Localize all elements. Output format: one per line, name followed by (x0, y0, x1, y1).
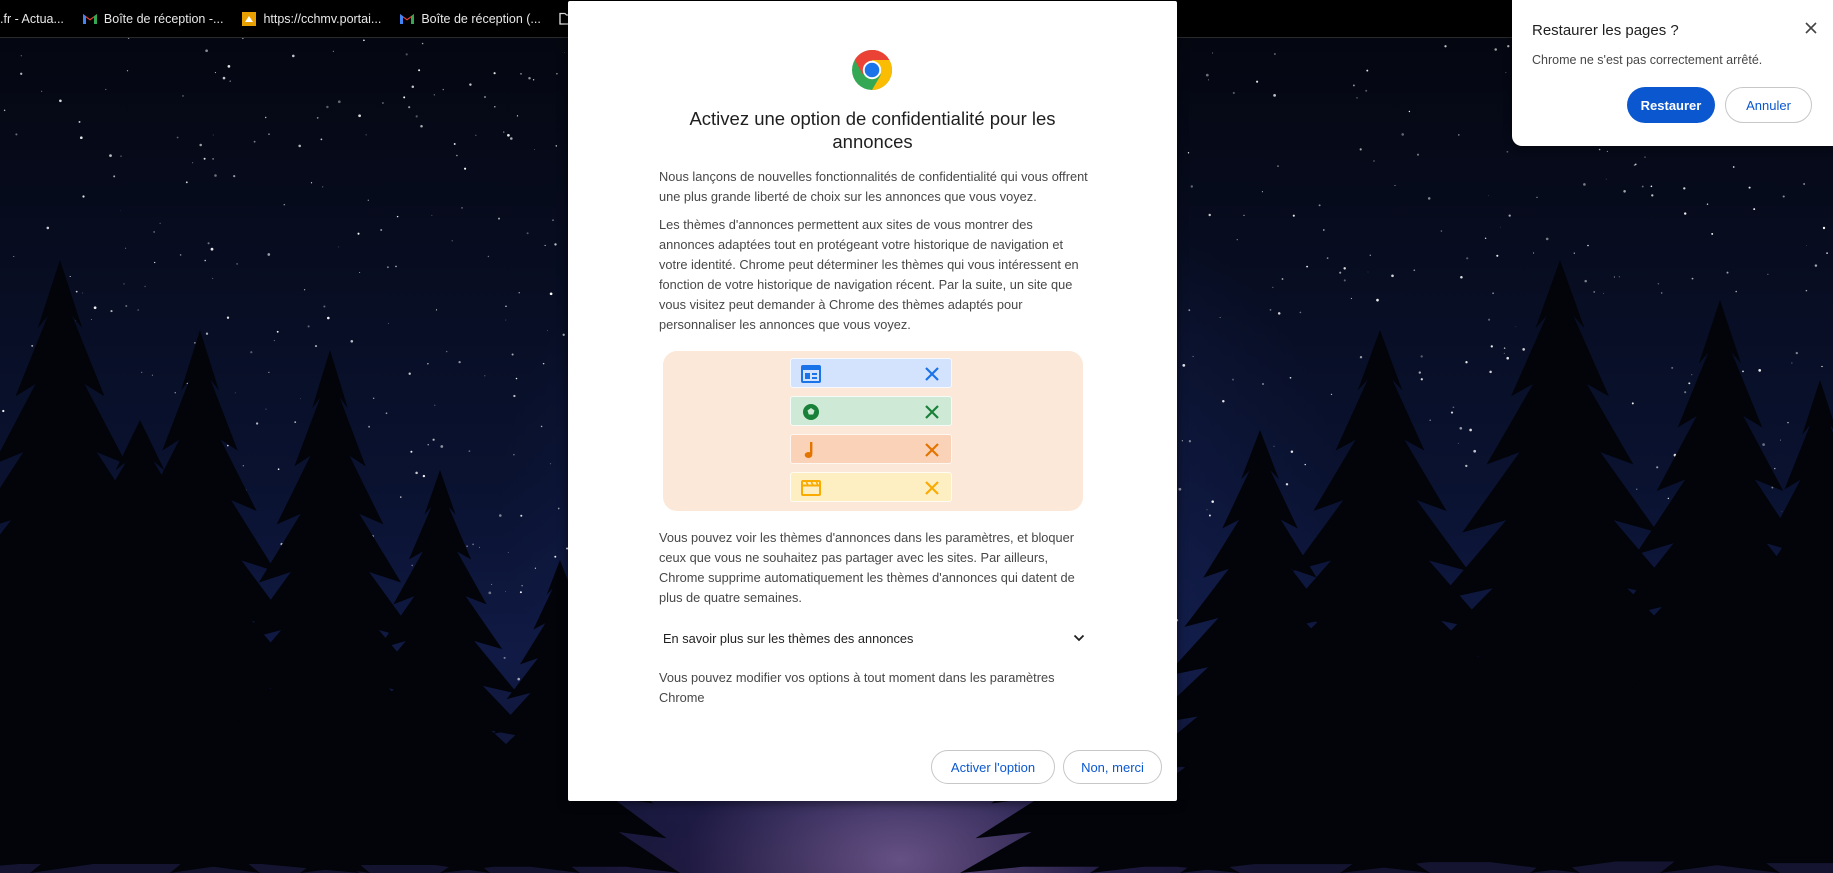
bookmark-item-cchmv[interactable]: https://cchmv.portai... (241, 11, 381, 27)
remove-topic-icon (925, 405, 939, 419)
close-icon[interactable] (1803, 20, 1819, 36)
news-icon (801, 365, 821, 383)
topic-row-news (790, 358, 952, 388)
restore-popup-message: Chrome ne s'est pas correctement arrêté. (1532, 53, 1763, 67)
remove-topic-icon (925, 443, 939, 457)
restore-pages-popup: Restaurer les pages ? Chrome ne s'est pa… (1512, 0, 1833, 146)
movie-clapper-icon (801, 480, 821, 496)
bookmark-item-gmail-1[interactable]: Boîte de réception -... (82, 11, 224, 27)
manage-topics-paragraph: Vous pouvez voir les thèmes d'annonces d… (659, 530, 1075, 605)
site-icon (241, 11, 257, 27)
bookmark-item-actua[interactable]: .fr - Actua... (0, 12, 64, 26)
bookmark-label: Boîte de réception (... (421, 11, 541, 26)
gmail-icon (82, 11, 98, 27)
learn-more-expander[interactable]: En savoir plus sur les thèmes des annonc… (659, 623, 1089, 653)
learn-more-label: En savoir plus sur les thèmes des annonc… (663, 630, 914, 646)
bookmark-label: https://cchmv.portai... (263, 11, 382, 26)
remove-topic-icon (925, 481, 939, 495)
enable-option-button[interactable]: Activer l'option (931, 750, 1055, 784)
topic-row-movies (790, 472, 952, 502)
restore-button[interactable]: Restaurer (1627, 87, 1715, 123)
settings-note-paragraph: Vous pouvez modifier vos options à tout … (659, 670, 1055, 705)
chevron-down-icon (1073, 634, 1085, 642)
ad-topics-illustration (663, 351, 1083, 511)
music-note-icon (804, 442, 813, 458)
bookmark-label: .fr - Actua... (0, 11, 64, 26)
bookmark-item-gmail-2[interactable]: Boîte de réception (... (399, 11, 541, 27)
decline-button[interactable]: Non, merci (1063, 750, 1162, 784)
chrome-logo-icon (852, 50, 892, 90)
cancel-button[interactable]: Annuler (1725, 87, 1812, 123)
intro-paragraph: Nous lançons de nouvelles fonctionnalité… (659, 169, 1088, 204)
ad-topics-paragraph: Les thèmes d'annonces permettent aux sit… (659, 217, 1079, 332)
topic-row-sports (790, 396, 952, 426)
topic-row-music (790, 434, 952, 464)
gmail-icon (399, 11, 415, 27)
ad-privacy-dialog: Activez une option de confidentialité po… (568, 1, 1177, 801)
remove-topic-icon (925, 367, 939, 381)
dialog-title: Activez une option de confidentialité po… (689, 108, 1056, 152)
bookmark-label: Boîte de réception -... (103, 11, 224, 26)
soccer-ball-icon (803, 404, 819, 420)
restore-popup-title: Restaurer les pages ? (1532, 22, 1679, 39)
